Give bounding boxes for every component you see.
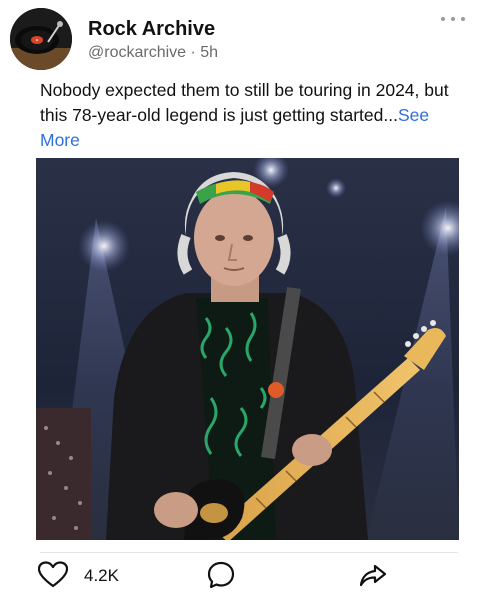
- post-image[interactable]: [36, 158, 459, 540]
- account-name[interactable]: Rock Archive: [88, 18, 215, 41]
- action-divider: [40, 552, 458, 553]
- post-text: Nobody expected them to still be touring…: [40, 78, 470, 153]
- post-time: 5h: [200, 44, 219, 61]
- heart-icon[interactable]: [37, 561, 69, 589]
- avatar[interactable]: [10, 8, 72, 70]
- post-meta: @rockarchive · 5h: [88, 44, 218, 62]
- more-horizontal-icon[interactable]: [440, 12, 466, 26]
- action-bar: 4.2K: [0, 558, 480, 596]
- meta-separator: ·: [190, 44, 196, 61]
- post-body: Nobody expected them to still be touring…: [40, 80, 449, 125]
- like-count: 4.2K: [84, 566, 119, 585]
- share-icon[interactable]: [358, 560, 388, 590]
- comment-icon[interactable]: [206, 560, 236, 590]
- post-header: Rock Archive @rockarchive · 5h: [10, 8, 470, 70]
- account-handle[interactable]: @rockarchive: [88, 44, 186, 61]
